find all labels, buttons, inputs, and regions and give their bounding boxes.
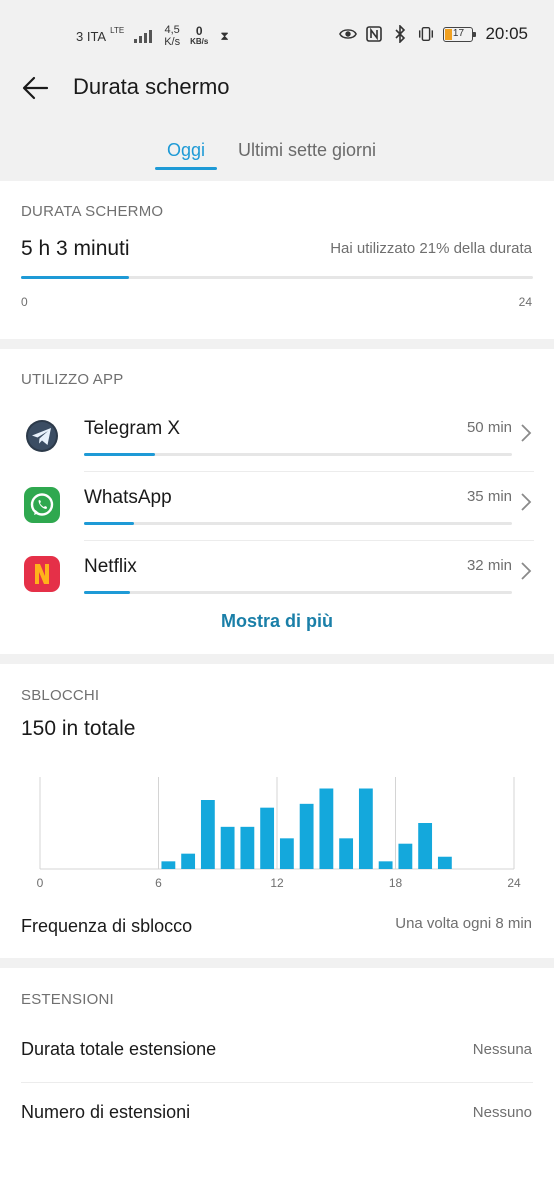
chart-bar (279, 838, 294, 869)
progress-axis-min: 0 (21, 295, 28, 309)
chevron-right-icon (520, 492, 532, 512)
speed-value: 4,5 (164, 24, 180, 36)
app-row-netflix[interactable]: Netflix 32 min (0, 541, 554, 610)
tab-bar: Oggi Ultimi sette giorni (0, 136, 554, 176)
network-speed: 4,5 K/s (164, 24, 180, 48)
data-value: 0 (195, 23, 203, 38)
telegram-x-icon (24, 418, 60, 454)
show-more-link[interactable]: Mostra di più (0, 611, 554, 632)
signal-icon (134, 29, 153, 43)
row-divider (21, 1082, 533, 1083)
bluetooth-icon (391, 25, 409, 43)
status-left: 3 ITA LTE 4,5 K/s 0 KB/s ⧗ (76, 24, 229, 48)
page-title: Durata schermo (73, 74, 230, 99)
progress-axis-max: 24 (518, 295, 532, 309)
app-name: Telegram X (84, 418, 181, 439)
chart-bar (418, 823, 433, 869)
app-usage-bar (84, 522, 512, 525)
tab-today[interactable]: Oggi (155, 140, 217, 161)
app-usage-section-label: UTILIZZO APP (21, 371, 124, 388)
app-row-telegram-x[interactable]: Telegram X 50 min (0, 403, 554, 472)
app-usage-bar-fill (84, 591, 130, 594)
speed-unit: K/s (164, 36, 181, 48)
chart-bar (378, 861, 393, 869)
extension-total-duration-row[interactable]: Durata totale estensione Nessuna (0, 1021, 554, 1083)
chevron-right-icon (520, 423, 532, 443)
unlock-frequency-value: Una volta ogni 8 min (395, 915, 532, 932)
extension-count-row[interactable]: Numero di estensioni Nessuno (0, 1084, 554, 1146)
battery-level: 17 (452, 27, 465, 39)
chart-x-tick-label: 18 (389, 876, 403, 890)
app-time: 32 min (466, 557, 512, 574)
app-time: 50 min (466, 419, 512, 436)
chart-bar (398, 843, 413, 869)
carrier-label: 3 ITA (76, 28, 107, 44)
battery-icon: 17 (443, 26, 477, 42)
data-unit: KB/s (190, 36, 209, 46)
screen-time-progress (21, 276, 533, 279)
unlocks-card: SBLOCCHI 150 in totale 0 6 12 18 24 Frequenz… (0, 664, 554, 958)
usage-note: Hai utilizzato 21% della durata (330, 240, 532, 257)
chart-bar (260, 807, 275, 869)
chart-x-tick-label: 12 (270, 876, 284, 890)
ext-value: Nessuno (472, 1104, 532, 1121)
app-row-whatsapp[interactable]: WhatsApp 35 min (0, 472, 554, 541)
hourglass-icon: ⧗ (220, 28, 229, 43)
status-right: 17 20:05 (339, 24, 528, 44)
network-type: LTE (110, 25, 125, 35)
screen-time-section-label: DURATA SCHERMO (21, 203, 164, 220)
chevron-right-icon (520, 561, 532, 581)
chart-bar (339, 838, 354, 869)
arrow-left-icon[interactable] (20, 74, 52, 102)
clock: 20:05 (485, 24, 528, 43)
chart-bar (437, 856, 452, 869)
extensions-card: ESTENSIONI Durata totale estensione Ness… (0, 968, 554, 1200)
unlock-frequency-label: Frequenza di sblocco (21, 916, 193, 936)
ext-label: Durata totale estensione (21, 1039, 217, 1059)
whatsapp-icon (24, 487, 60, 523)
screen-time-progress-fill (21, 276, 129, 279)
chart-x-tick-label: 24 (507, 876, 521, 890)
eye-icon (339, 25, 358, 43)
unlocks-chart: 0 6 12 18 24 (37, 777, 521, 890)
chart-x-tick-label: 0 (37, 876, 44, 890)
netflix-icon (24, 556, 60, 592)
data-rate: 0 KB/s (190, 23, 209, 46)
active-tab-indicator (155, 167, 217, 170)
ext-value: Nessuna (472, 1041, 532, 1058)
screen-time-card: DURATA SCHERMO 5 h 3 minuti Hai utilizza… (0, 181, 554, 339)
app-name: WhatsApp (84, 487, 172, 508)
app-usage-bar (84, 453, 512, 456)
chart-bar (161, 861, 176, 869)
chart-bar (358, 788, 373, 869)
chart-bar (181, 853, 196, 869)
app-usage-card: UTILIZZO APP Telegram X 50 min WhatsApp … (0, 349, 554, 654)
chart-bar (220, 826, 235, 869)
ext-label: Numero di estensioni (21, 1102, 191, 1122)
nfc-icon (365, 25, 383, 43)
extensions-section-label: ESTENSIONI (21, 991, 114, 1008)
app-name: Netflix (84, 556, 137, 577)
app-usage-bar-fill (84, 453, 156, 456)
tab-last-seven-days[interactable]: Ultimi sette giorni (238, 140, 376, 161)
chart-bar (319, 788, 334, 869)
app-usage-bar (84, 591, 512, 594)
app-bar: Durata schermo (0, 60, 554, 116)
chart-bar (200, 800, 215, 869)
chart-bar (299, 803, 314, 869)
vibrate-icon (417, 25, 435, 43)
chart-bar (240, 826, 255, 869)
app-time: 35 min (466, 488, 512, 505)
app-usage-bar-fill (84, 522, 134, 525)
screen-time-total: 5 h 3 minuti (21, 237, 130, 260)
chart-x-tick-label: 6 (155, 876, 162, 890)
